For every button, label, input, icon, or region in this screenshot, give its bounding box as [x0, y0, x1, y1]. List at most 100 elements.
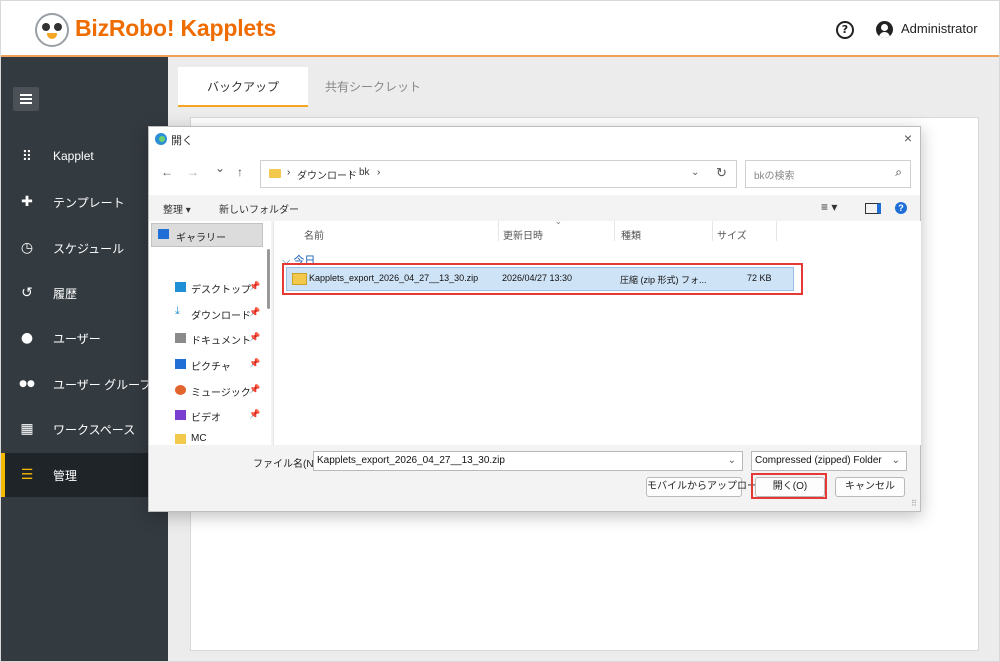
filename-value: Kapplets_export_2026_04_27__13_30.zip: [317, 455, 505, 466]
nav-item-documents[interactable]: ドキュメント 📌: [175, 330, 275, 348]
nav-item-label: ビデオ: [191, 413, 221, 424]
chevron-down-icon[interactable]: ⌄: [691, 167, 699, 178]
nav-item-videos[interactable]: ビデオ 📌: [175, 407, 275, 425]
tab-shared-secrets[interactable]: 共有シークレット: [308, 67, 438, 107]
breadcrumb-bk[interactable]: bk: [359, 167, 370, 178]
back-arrow-icon[interactable]: ←: [161, 165, 173, 179]
filename-label: ファイル名(N):: [253, 459, 320, 470]
nav-item-label: ダウンロード: [191, 311, 251, 322]
column-header-size[interactable]: サイズ: [717, 227, 747, 242]
highlight-box: [282, 263, 803, 295]
upload-from-mobile-button[interactable]: モバイルからアップロード: [646, 477, 767, 497]
nav-item-label: ミュージック: [191, 388, 251, 399]
cancel-button[interactable]: キャンセル: [835, 477, 905, 497]
column-header-modified[interactable]: 更新日時: [503, 227, 543, 242]
music-icon: [175, 385, 186, 395]
pin-icon: 📌: [249, 307, 261, 317]
navigation-pane: ギャラリー デスクトップ 📌 ⤓ ダウンロード 📌 ドキュメント 📌 ピクチャ: [149, 221, 271, 445]
preview-pane-icon[interactable]: [865, 203, 881, 214]
app-header: BizRobo! Kapplets ? Administrator: [1, 1, 999, 57]
search-placeholder: bkの検索: [754, 171, 795, 182]
nav-item-music[interactable]: ミュージック 📌: [175, 382, 275, 400]
new-folder-button[interactable]: 新しいフォルダー: [219, 201, 299, 216]
column-header-type[interactable]: 種類: [621, 227, 641, 242]
sidebar-item-label: ユーザー グループ: [53, 378, 152, 392]
address-bar[interactable]: › ダウンロード › bk › ⌄ ↻: [260, 160, 737, 188]
forward-arrow-icon[interactable]: →: [187, 165, 199, 179]
grid-icon: ⠿: [21, 149, 33, 165]
menu-toggle-button[interactable]: [13, 87, 39, 111]
sidebar-item-user-groups[interactable]: ●● ユーザー グループ: [1, 362, 168, 406]
download-icon: ⤓: [175, 305, 180, 317]
sidebar-item-label: Kapplet: [53, 149, 94, 163]
chevron-down-icon[interactable]: ⌄: [892, 455, 900, 466]
sidebar-item-history[interactable]: ↺ 履歴: [1, 271, 168, 315]
dialog-navigation-bar: ← → ⌄ ↑ › ダウンロード › bk › ⌄ ↻ bkの検索 ⌕: [149, 151, 920, 195]
nav-item-pictures[interactable]: ピクチャ 📌: [175, 356, 275, 374]
organize-button[interactable]: 整理 ▾: [163, 201, 191, 216]
edge-browser-icon: [155, 133, 167, 145]
user-name[interactable]: Administrator: [901, 21, 978, 36]
breadcrumb-separator: ›: [349, 167, 353, 178]
app-window: BizRobo! Kapplets ? Administrator ⠿ Kapp…: [0, 0, 1000, 662]
list-icon: ☰: [20, 467, 34, 483]
view-options-icon[interactable]: ≡ ▾: [821, 200, 837, 214]
sidebar-item-templates[interactable]: ✚ テンプレート: [1, 180, 168, 224]
dialog-footer: ファイル名(N): Kapplets_export_2026_04_27__13…: [149, 445, 920, 511]
tab-bar: バックアップ 共有シークレット: [178, 67, 989, 107]
nav-item-gallery[interactable]: ギャラリー: [151, 223, 263, 247]
resize-grip-icon[interactable]: ⠿: [911, 499, 917, 508]
nav-item-label: ギャラリー: [176, 233, 226, 244]
folder-icon: [175, 434, 186, 444]
filename-field[interactable]: Kapplets_export_2026_04_27__13_30.zip ⌄: [313, 451, 743, 471]
up-arrow-icon[interactable]: ↑: [237, 165, 243, 179]
help-info-icon[interactable]: ?: [895, 202, 907, 214]
sidebar-item-schedule[interactable]: ◷ スケジュール: [1, 226, 168, 270]
account-icon[interactable]: [876, 21, 893, 38]
breadcrumb-separator: ›: [287, 167, 291, 178]
sidebar-item-label: スケジュール: [53, 242, 125, 256]
refresh-icon[interactable]: ↻: [716, 165, 727, 181]
breadcrumb-separator: ›: [377, 167, 381, 178]
nav-item-label: MC: [191, 433, 207, 444]
chevron-down-icon[interactable]: ⌄: [728, 455, 736, 466]
clock-icon: ◷: [20, 240, 34, 256]
desktop-icon: [175, 282, 186, 292]
sidebar-item-label: 履歴: [53, 287, 78, 301]
workspace-icon: ▦: [20, 421, 34, 437]
filetype-value: Compressed (zipped) Folder: [755, 455, 882, 466]
sidebar-item-kapplet[interactable]: ⠿ Kapplet: [1, 135, 168, 179]
pin-icon: 📌: [249, 384, 261, 394]
bird-logo-icon: [35, 13, 69, 47]
search-input[interactable]: bkの検索 ⌕: [745, 160, 911, 188]
help-icon[interactable]: ?: [836, 21, 854, 39]
highlight-box: [751, 473, 827, 499]
nav-item-desktop[interactable]: デスクトップ 📌: [175, 279, 275, 297]
pin-icon: 📌: [249, 281, 261, 291]
nav-item-downloads[interactable]: ⤓ ダウンロード 📌: [175, 305, 275, 323]
filetype-select[interactable]: Compressed (zipped) Folder ⌄: [751, 451, 907, 471]
nav-item-label: ピクチャ: [191, 362, 231, 373]
sidebar-item-label: テンプレート: [53, 196, 125, 210]
sidebar-item-users[interactable]: ● ユーザー: [1, 316, 168, 360]
dialog-titlebar: 開く ×: [149, 127, 920, 151]
recent-locations-icon[interactable]: ⌄: [215, 161, 225, 175]
sidebar-item-workspaces[interactable]: ▦ ワークスペース: [1, 407, 168, 451]
search-icon[interactable]: ⌕: [895, 165, 902, 180]
tab-backup[interactable]: バックアップ: [178, 67, 308, 107]
sidebar-item-admin[interactable]: ☰ 管理: [1, 453, 168, 497]
sidebar-item-label: ユーザー: [53, 332, 101, 346]
sidebar-item-label: 管理: [53, 469, 78, 483]
pin-icon: 📌: [249, 332, 261, 342]
breadcrumb-downloads[interactable]: ダウンロード: [297, 167, 357, 182]
nav-item-label: ドキュメント: [191, 336, 251, 347]
gallery-icon: [158, 229, 169, 239]
picture-icon: [175, 359, 186, 369]
sidebar: ⠿ Kapplet ✚ テンプレート ◷ スケジュール ↺ 履歴 ● ユーザー …: [1, 57, 168, 661]
pin-icon: 📌: [249, 358, 261, 368]
close-icon[interactable]: ×: [904, 130, 912, 146]
puzzle-icon: ✚: [21, 194, 33, 210]
column-header-name[interactable]: 名前: [304, 227, 324, 242]
brand-title: BizRobo! Kapplets: [75, 15, 277, 41]
open-file-dialog: 開く × ← → ⌄ ↑ › ダウンロード › bk › ⌄ ↻ bkの検索 ⌕: [148, 126, 921, 512]
